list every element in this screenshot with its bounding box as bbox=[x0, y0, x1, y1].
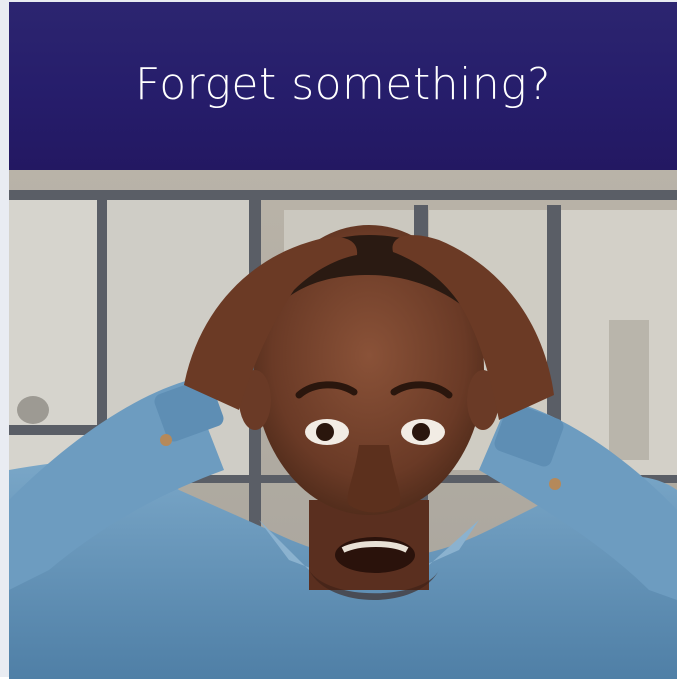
surprised-man-photo bbox=[9, 170, 677, 679]
header-banner: Forget something? bbox=[9, 2, 677, 170]
banner-title: Forget something? bbox=[135, 58, 551, 110]
